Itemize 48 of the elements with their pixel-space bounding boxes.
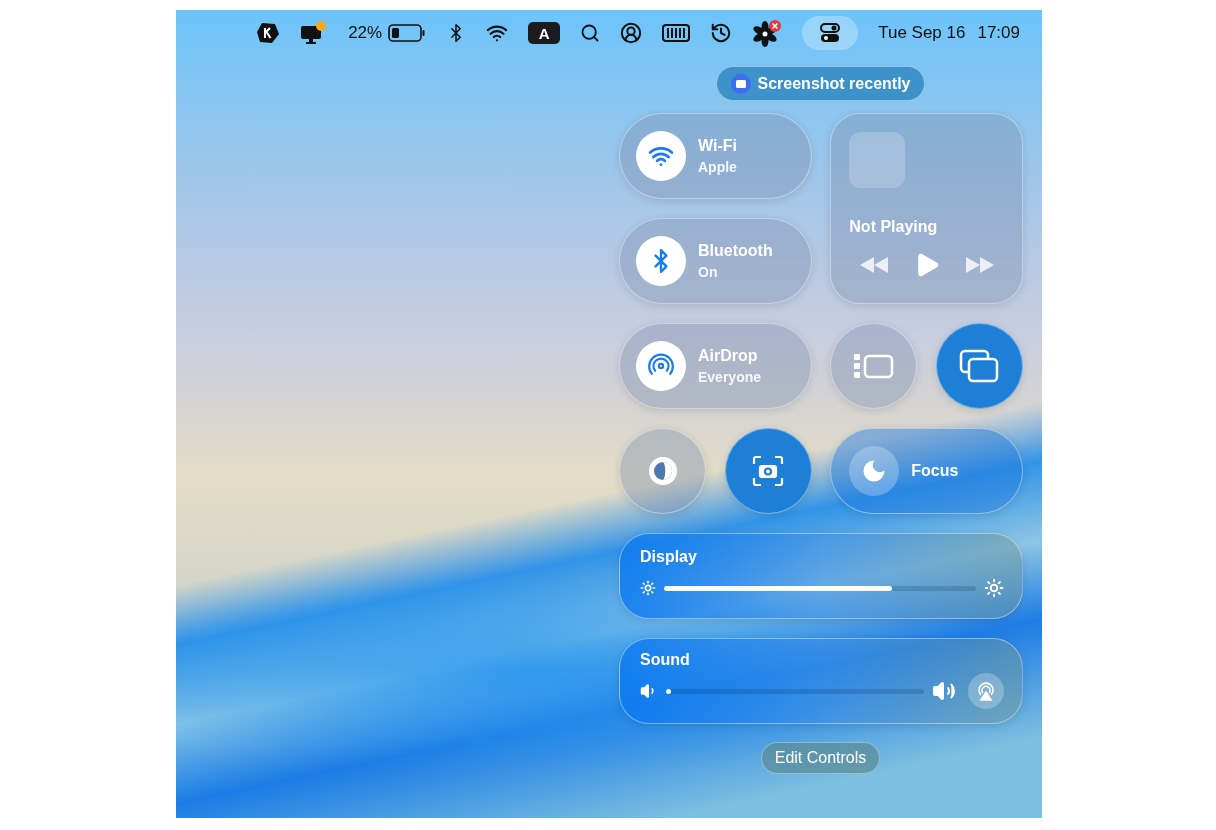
monitor-badge-icon xyxy=(300,21,329,45)
fan-warning-icon xyxy=(752,19,783,47)
panel-title: Display xyxy=(640,548,698,566)
airplay-button[interactable] xyxy=(967,673,1004,709)
search-icon xyxy=(580,23,601,43)
stage-manager-icon xyxy=(853,352,894,380)
panel-title: Sound xyxy=(640,651,691,669)
focus-tile[interactable]: Focus xyxy=(830,428,1023,514)
album-art-placeholder xyxy=(849,132,906,188)
bluetooth-tile[interactable]: Bluetooth On xyxy=(619,218,812,304)
history-icon xyxy=(710,22,733,44)
menu-bar-item[interactable] xyxy=(802,16,859,50)
control-toggle[interactable] xyxy=(935,323,1023,409)
bright-sun-icon xyxy=(983,578,1004,598)
tile-title: Focus xyxy=(911,462,959,480)
menu-bar-date[interactable]: Tue Sep 16 xyxy=(878,23,966,43)
control-toggle[interactable] xyxy=(724,428,812,514)
notification-text: Screenshot recently xyxy=(757,74,911,93)
user-icon xyxy=(620,22,643,44)
tile-title: Bluetooth xyxy=(698,242,773,260)
volume-slider[interactable] xyxy=(666,688,924,694)
input-source-key[interactable]: A xyxy=(528,22,561,44)
dim-sun-icon xyxy=(640,580,656,596)
screen-mirroring-icon xyxy=(959,349,1000,383)
memory-icon xyxy=(662,24,691,42)
battery-icon xyxy=(388,24,427,42)
battery-percent: 22% xyxy=(348,23,383,43)
fast-forward-icon[interactable] xyxy=(963,255,996,275)
edit-controls-button[interactable]: Edit Controls xyxy=(760,742,881,774)
brightness-slider[interactable] xyxy=(664,585,976,591)
battery-status[interactable]: 22% xyxy=(348,16,427,50)
speaker-high-icon xyxy=(931,679,956,703)
control-toggle[interactable] xyxy=(619,428,706,514)
tile-status: Apple xyxy=(698,159,737,175)
screenshot-badge-icon xyxy=(730,73,751,94)
now-playing-tile[interactable]: Not Playing xyxy=(830,113,1023,304)
tile-status: On xyxy=(698,264,719,280)
notification-pill[interactable]: Screenshot recently xyxy=(715,66,926,101)
screenshot-icon xyxy=(751,454,786,488)
tile-title: Wi-Fi xyxy=(698,137,737,155)
now-playing-title: Not Playing xyxy=(849,218,939,236)
airdrop-tile[interactable]: AirDrop Everyone xyxy=(619,323,812,409)
menu-bar-time[interactable]: 17:09 xyxy=(977,23,1020,43)
k-logo-icon xyxy=(256,21,281,45)
tile-status: Everyone xyxy=(698,369,762,385)
wifi-tile[interactable]: Wi-Fi Apple xyxy=(619,113,812,199)
tile-title: AirDrop xyxy=(698,347,759,365)
toggles-icon xyxy=(820,23,841,43)
